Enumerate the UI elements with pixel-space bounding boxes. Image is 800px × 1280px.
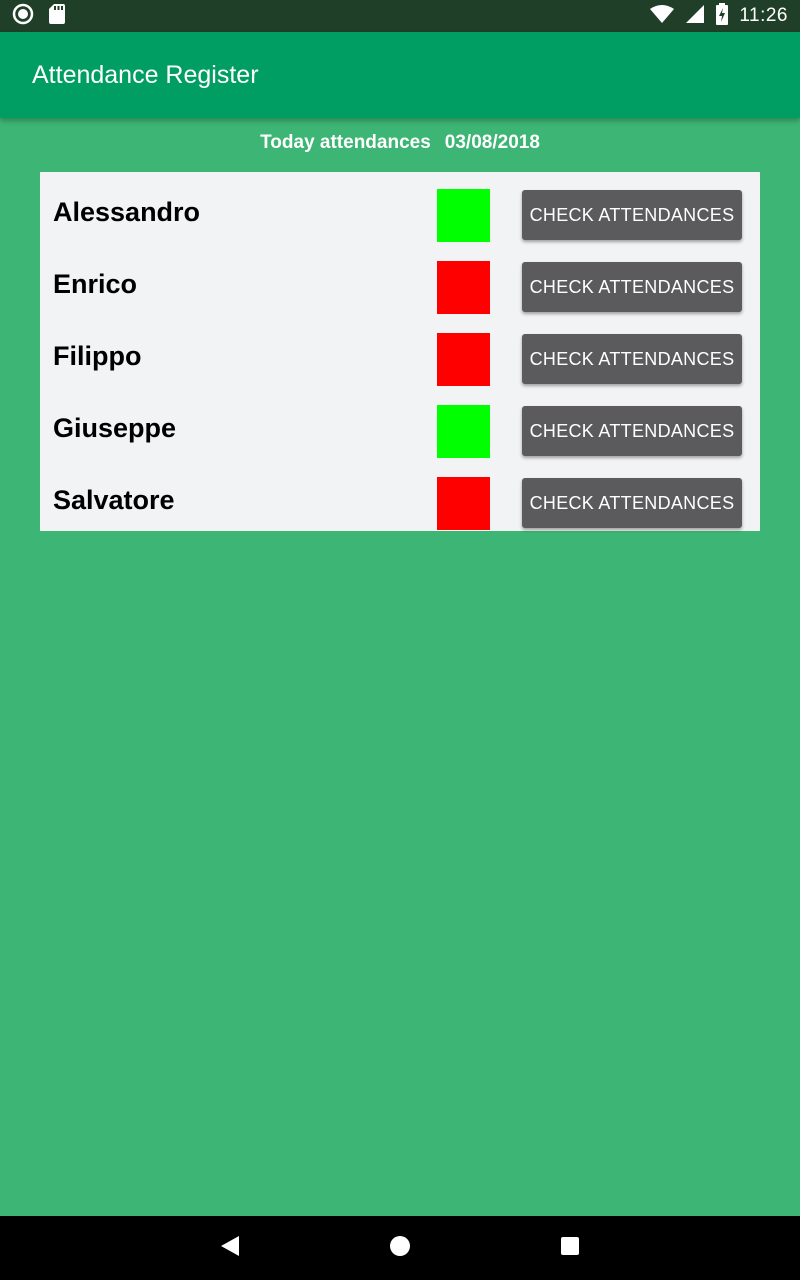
navigation-bar: [0, 1216, 800, 1280]
app-title: Attendance Register: [32, 60, 259, 89]
home-icon: [389, 1235, 411, 1262]
check-attendances-button[interactable]: CHECK ATTENDANCES: [522, 262, 742, 312]
header-label: Today attendances: [260, 132, 431, 153]
back-icon: [219, 1235, 241, 1262]
attendance-header: Today attendances 03/08/2018: [0, 132, 800, 160]
list-item: Alessandro CHECK ATTENDANCES: [40, 176, 760, 248]
person-name: Enrico: [53, 269, 138, 299]
circle-notification-icon: [12, 3, 34, 30]
list-item: Filippo CHECK ATTENDANCES: [40, 320, 760, 392]
recents-icon: [560, 1236, 580, 1261]
cell-signal-icon: [685, 4, 705, 29]
attendance-list: Alessandro CHECK ATTENDANCES Enrico CHEC…: [40, 172, 760, 531]
app-bar: Attendance Register: [0, 32, 800, 118]
person-name: Giuseppe: [53, 413, 177, 443]
sd-card-icon: [48, 3, 66, 30]
back-button[interactable]: [190, 1216, 270, 1280]
person-name: Filippo: [53, 341, 142, 371]
person-name: Salvatore: [53, 485, 175, 515]
check-attendances-button[interactable]: CHECK ATTENDANCES: [522, 190, 742, 240]
check-attendances-button[interactable]: CHECK ATTENDANCES: [522, 406, 742, 456]
status-left: [12, 3, 66, 30]
status-bar: 11:26: [0, 0, 800, 32]
attendance-status-indicator: [437, 405, 490, 458]
list-item: Giuseppe CHECK ATTENDANCES: [40, 392, 760, 464]
wifi-icon: [649, 4, 675, 29]
list-item: Salvatore CHECK ATTENDANCES: [40, 464, 760, 536]
attendance-status-indicator: [437, 477, 490, 530]
status-time: 11:26: [739, 5, 788, 26]
header-date: 03/08/2018: [444, 132, 540, 153]
check-attendances-button[interactable]: CHECK ATTENDANCES: [522, 334, 742, 384]
home-button[interactable]: [360, 1216, 440, 1280]
attendance-status-indicator: [437, 189, 490, 242]
check-attendances-button[interactable]: CHECK ATTENDANCES: [522, 478, 742, 528]
list-item: Enrico CHECK ATTENDANCES: [40, 248, 760, 320]
battery-charging-icon: [715, 2, 729, 30]
attendance-status-indicator: [437, 333, 490, 386]
attendance-status-indicator: [437, 261, 490, 314]
person-name: Alessandro: [53, 197, 201, 227]
recents-button[interactable]: [530, 1216, 610, 1280]
status-right: 11:26: [649, 2, 788, 30]
